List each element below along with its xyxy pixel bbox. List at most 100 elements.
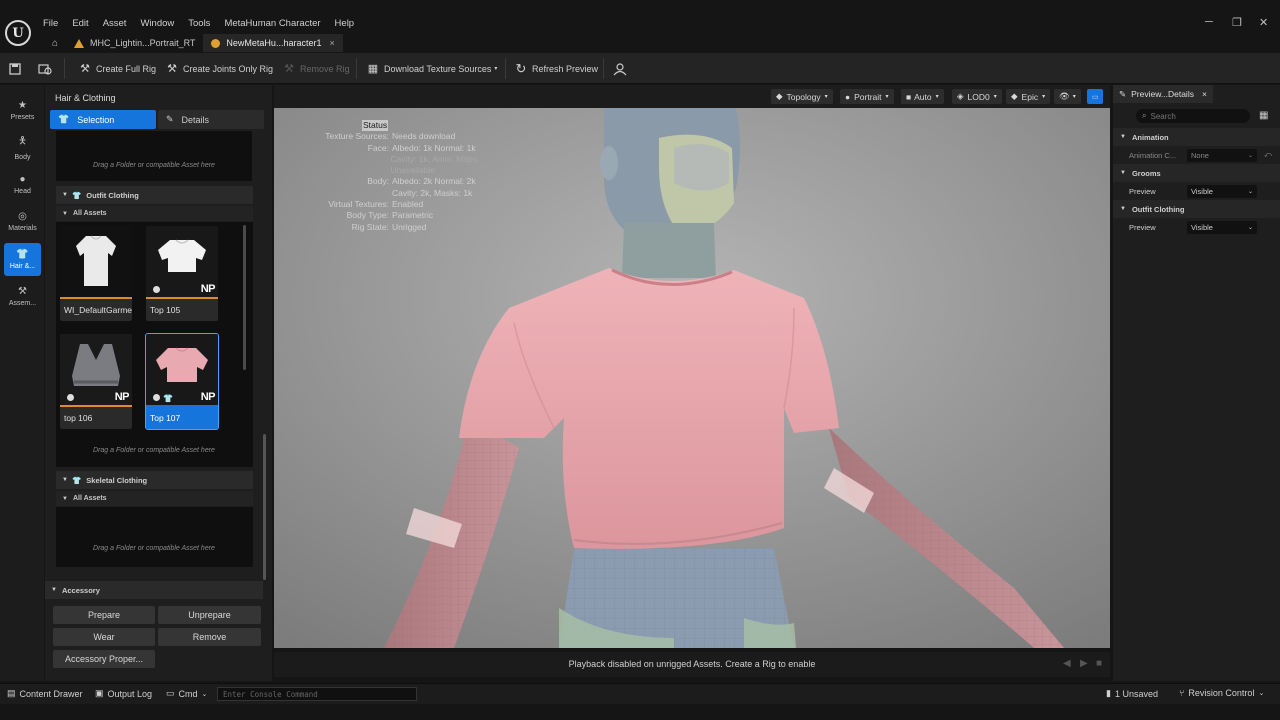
outfit-all-assets-header[interactable]: ▼ All Assets [56,206,253,221]
grid-scrollbar[interactable] [243,225,246,370]
unreal-logo-icon[interactable]: U [5,20,31,46]
user-button[interactable] [613,53,627,84]
download-texture-sources-button[interactable]: ▦ Download Texture Sources ▾ [367,53,498,84]
panel-scrollbar[interactable] [263,434,266,580]
output-log-button[interactable]: ▣ Output Log [95,688,152,699]
pencil-icon: ✎ [1119,88,1127,99]
rail-assembly[interactable]: ⚒ Assem... [4,280,41,313]
revision-control-button[interactable]: ⑂ Revision Control ⌄ [1179,688,1264,698]
remove-button[interactable]: Remove [158,628,261,646]
create-joints-only-rig-button[interactable]: ⚒ Create Joints Only Rig [166,53,273,84]
home-tab[interactable]: ⌂ [44,34,66,52]
skeletal-all-assets-header[interactable]: ▼ All Assets [56,491,253,506]
collapse-arrow-icon: ▼ [62,210,68,217]
visibility-dropdown[interactable]: 👁 ▾ [1054,89,1081,104]
lighting-icon: ● [845,91,851,102]
menu-help[interactable]: Help [335,18,355,30]
asset-list-scroll[interactable]: Drag a Folder or compatible Asset here ▼… [50,131,260,577]
body-icon: 🯅 [18,136,27,147]
settings-grid-icon[interactable]: ▦ [1259,110,1268,121]
lod-dropdown[interactable]: ◈ LOD0 ▾ [952,89,1002,104]
rail-presets[interactable]: ★ Presets [4,94,41,127]
accessory-properties-button[interactable]: Accessory Proper... [53,650,155,668]
menu-metahuman-character[interactable]: MetaHuman Character [224,18,320,30]
asset-tile-top-107[interactable]: 👕 NP Top 107 [145,333,219,430]
skeletal-clothing-header[interactable]: ▼ 👕 Skeletal Clothing [56,471,253,489]
cmd-dropdown[interactable]: ▭ Cmd ⌄ [166,688,207,699]
drop-hint: Drag a Folder or compatible Asset here [93,162,215,169]
status-row: Rig State: Unrigged [351,221,427,232]
collapse-arrow-icon: ▼ [51,587,57,593]
tab-close-icon[interactable]: × [329,38,334,48]
skeletal-clothing-icon: 👕 [71,475,82,485]
remove-rig-button[interactable]: ⚒ Remove Rig [283,53,349,84]
clothing-icon: 👕 [16,249,29,260]
restore-icon[interactable]: ❐ [1232,16,1242,29]
stop-icon[interactable]: ■ [1096,658,1102,669]
console-input[interactable]: Enter Console Command [217,687,417,701]
details-close-icon[interactable]: × [1202,89,1207,99]
portrait-dropdown[interactable]: ● Portrait ▾ [840,89,894,104]
epic-label: Epic [1021,91,1039,102]
toolbar-separator [505,58,506,79]
reset-icon[interactable]: ⤺ [1264,150,1272,160]
unsaved-button[interactable]: ▮ 1 Unsaved [1106,688,1158,699]
outfit-visibility-dropdown[interactable]: Visible ⌄ [1187,221,1257,234]
menu-edit[interactable]: Edit [72,18,88,30]
window-close-icon[interactable]: ✕ [1259,16,1268,29]
preview-details-panel: ✎ Preview...Details × ⌕ ▦ ▼ Animation An… [1113,85,1280,681]
details-search[interactable]: ⌕ [1136,109,1250,123]
minimize-icon[interactable]: ─ [1205,16,1213,28]
selection-tab[interactable]: 👕 Selection [50,110,156,129]
details-search-input[interactable] [1150,111,1231,121]
asset-tile-top-105[interactable]: NP Top 105 [146,226,218,321]
play-reverse-icon[interactable]: ◀ [1063,658,1071,669]
prepare-button[interactable]: Prepare [53,606,155,624]
animation-section[interactable]: ▼ Animation [1113,128,1280,146]
camera-auto-dropdown[interactable]: ■ Auto ▾ [901,89,944,104]
main-toolbar: ⚒ Create Full Rig ⚒ Create Joints Only R… [0,53,1280,84]
asset-tile-top-106[interactable]: NP top 106 [60,334,132,429]
tab-lighting-portrait[interactable]: MHC_Lightin...Portrait_RT [66,34,203,52]
dropdown-arrow-icon: ▾ [1042,94,1046,100]
menu-asset[interactable]: Asset [103,18,127,30]
animation-class-dropdown[interactable]: None ⌄ [1187,149,1257,162]
details-tab[interactable]: ✎ Details [158,110,264,129]
toolbar-separator [64,58,65,79]
asset-tile-default-garment[interactable]: WI_DefaultGarment [60,226,132,321]
refresh-preview-button[interactable]: ↻ Refresh Preview [515,53,598,84]
topology-dropdown[interactable]: ◆ Topology ▾ [771,89,833,104]
grooms-section[interactable]: ▼ Grooms [1113,164,1280,182]
refresh-icon: ↻ [515,60,527,76]
rail-body[interactable]: 🯅 Body [4,131,41,164]
quality-dropdown[interactable]: ◆ Epic ▾ [1006,89,1051,104]
rail-label: Body [14,154,31,161]
create-full-rig-button[interactable]: ⚒ Create Full Rig [79,53,156,84]
outfit-clothing-section[interactable]: ▼ Outfit Clothing [1113,200,1280,218]
camera-icon: ■ [906,91,912,102]
browse-button[interactable] [38,53,52,84]
character-viewport[interactable]: ◆ Topology ▾ ● Portrait ▾ ■ Auto ▾ ◈ LOD… [274,85,1110,648]
tab-metahuman-character[interactable]: NewMetaHu...haracter1 × [203,34,343,52]
grooms-visibility-dropdown[interactable]: Visible ⌄ [1187,185,1257,198]
menu-file[interactable]: File [43,18,58,30]
dropdown-arrow-icon: ▾ [824,94,828,100]
wear-button[interactable]: Wear [53,628,155,646]
lod-label: LOD0 [967,91,990,102]
status-row: Virtual Textures: Enabled [328,199,424,210]
menu-window[interactable]: Window [140,18,174,30]
layout-icon: ▭ [1092,93,1099,101]
preview-details-tab[interactable]: ✎ Preview...Details × [1113,85,1213,103]
status-row: Body Type: Parametric [346,210,434,221]
menu-tools[interactable]: Tools [188,18,210,30]
play-icon[interactable]: ▶ [1080,658,1088,669]
rail-head[interactable]: ● Head [4,168,41,201]
rail-hair-clothing[interactable]: 👕 Hair &... [4,243,41,276]
outfit-clothing-header[interactable]: ▼ 👕 Outfit Clothing [56,186,253,204]
content-drawer-button[interactable]: ▤ Content Drawer [7,688,83,699]
save-button[interactable] [9,53,21,84]
viewport-layout-button[interactable]: ▭ [1087,89,1103,104]
rail-materials[interactable]: ◎ Materials [4,205,41,238]
accessory-header[interactable]: ▼ Accessory [45,581,263,599]
unprepare-button[interactable]: Unprepare [158,606,261,624]
